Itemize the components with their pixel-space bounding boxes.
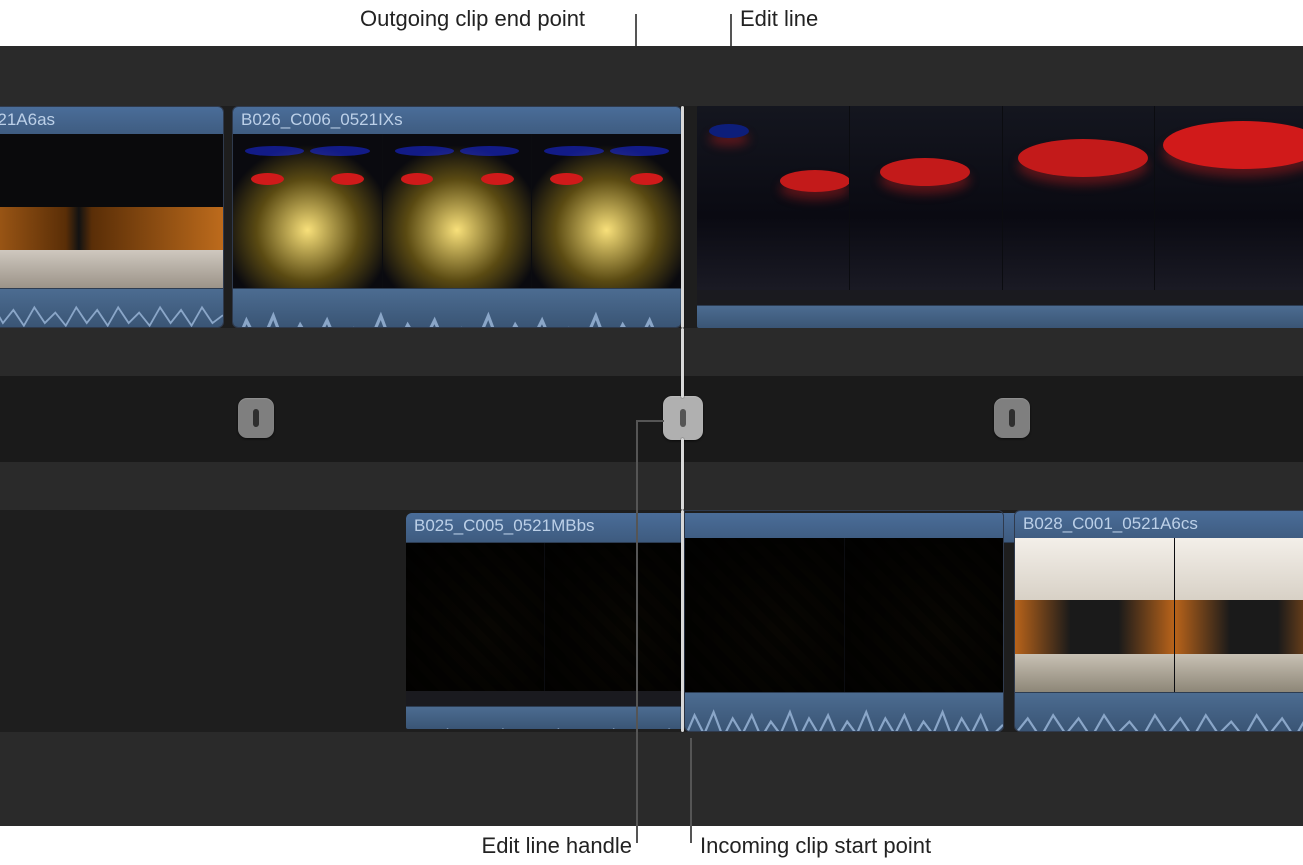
handle-grip-icon [1009, 409, 1015, 427]
annotation-outgoing-end: Outgoing clip end point [360, 6, 585, 32]
edit-line-upper[interactable] [681, 106, 684, 328]
outgoing-clip-2[interactable]: B026_C006_0521IXs [232, 106, 682, 328]
incoming-clip-extension[interactable] [406, 539, 683, 729]
leader-handle-hor [636, 420, 664, 422]
edit-line-handle[interactable] [663, 396, 703, 440]
edit-line-spine-bottom [681, 438, 684, 510]
handle-gutter [0, 376, 1303, 462]
annotation-edit-line-handle: Edit line handle [362, 833, 632, 859]
leader-incoming-vert [690, 738, 692, 843]
neighbor-edit-handle-right[interactable] [994, 398, 1030, 438]
incoming-clip-2[interactable]: B028_C001_0521A6cs [1014, 510, 1303, 732]
clip-title: B028_C001_0521A6cs [1015, 511, 1303, 541]
neighbor-edit-handle-left[interactable] [238, 398, 274, 438]
outgoing-clip-extension[interactable] [697, 106, 1303, 328]
outgoing-clip-1[interactable]: _0521A6as [0, 106, 224, 328]
annotation-edit-line: Edit line [740, 6, 818, 32]
incoming-clip-1[interactable] [684, 510, 1004, 732]
precision-editor-timeline: _0521A6as B026_C006_0521IXs [0, 46, 1303, 826]
clip-title: _0521A6as [0, 107, 223, 137]
handle-grip-icon [680, 409, 686, 427]
handle-grip-icon [253, 409, 259, 427]
leader-handle-vert [636, 420, 638, 843]
edit-line-lower[interactable] [681, 510, 684, 732]
annotation-incoming-start: Incoming clip start point [700, 833, 931, 859]
clip-title: B026_C006_0521IXs [233, 107, 681, 137]
edit-line-spine-top [681, 328, 684, 398]
